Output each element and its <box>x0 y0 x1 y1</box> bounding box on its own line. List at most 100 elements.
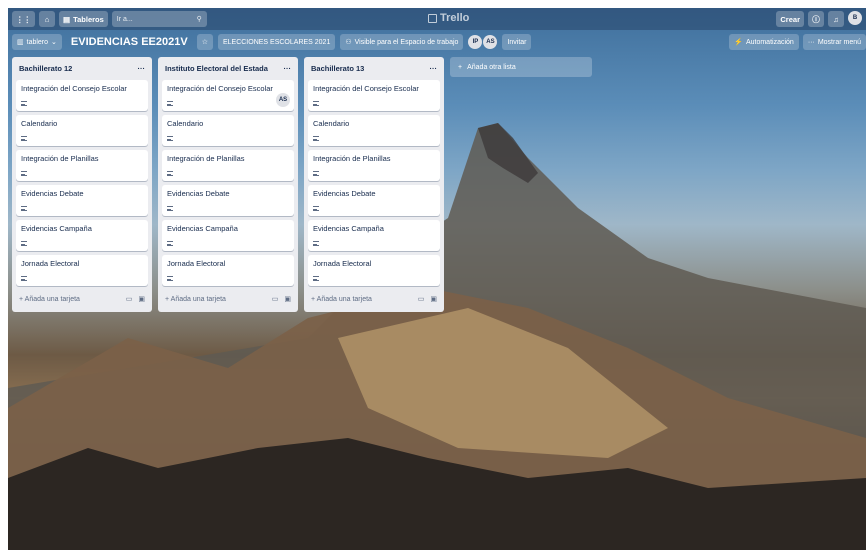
create-button[interactable]: Crear <box>776 11 804 27</box>
star-icon: ☆ <box>201 39 208 46</box>
card[interactable]: Integración de Planillas <box>16 150 148 181</box>
card-title: Integración de Planillas <box>313 154 391 163</box>
template-icon[interactable]: ▣ <box>284 295 291 303</box>
card-title: Calendario <box>21 119 58 128</box>
card-title: Evidencias Campaña <box>167 224 238 233</box>
card-title: Integración de Planillas <box>21 154 99 163</box>
card[interactable]: Jornada Electoral <box>162 255 294 286</box>
plus-icon: + <box>458 63 463 71</box>
description-icon <box>167 241 173 246</box>
list-header[interactable]: Bachillerato 12 ··· <box>16 61 148 76</box>
more-icon: ··· <box>807 38 815 46</box>
more-icon[interactable]: ··· <box>430 64 438 73</box>
info-button[interactable]: ⓘ <box>808 11 824 27</box>
apps-grid-button[interactable]: ⋮⋮ <box>12 11 35 27</box>
add-card-button[interactable]: + Añada una tarjeta <box>165 296 226 303</box>
view-switcher[interactable]: ▥ tablero ⌄ <box>12 34 62 50</box>
visibility-button[interactable]: ⚇ Visible para el Espacio de trabajo <box>340 34 464 50</box>
card-title: Evidencias Debate <box>167 189 230 198</box>
member-avatar[interactable]: IP <box>468 35 483 49</box>
card[interactable]: Evidencias Debate <box>308 185 440 216</box>
trello-logo[interactable]: Trello <box>428 12 469 24</box>
add-card-label: Añada una tarjeta <box>170 295 226 303</box>
board-title[interactable]: EVIDENCIAS EE2021V <box>67 36 192 48</box>
card-template-icon[interactable]: ▭ <box>126 295 133 303</box>
add-card-label: Añada una tarjeta <box>24 295 80 303</box>
template-icon[interactable]: ▣ <box>138 295 145 303</box>
list: Bachillerato 12 ··· Integración del Consej… <box>12 57 152 312</box>
card[interactable]: Integración de Planillas <box>162 150 294 181</box>
search-input[interactable]: Ir a... ⚲ <box>111 11 207 27</box>
card[interactable]: Integración del Consejo Escolar AS <box>162 80 294 111</box>
visibility-label: Visible para el Espacio de trabajo <box>354 38 459 46</box>
card[interactable]: Evidencias Debate <box>16 185 148 216</box>
card[interactable]: Evidencias Debate <box>162 185 294 216</box>
workspace-button[interactable]: ELECCIONES ESCOLARES 2021 <box>217 34 336 50</box>
search-icon: ⚲ <box>196 16 202 23</box>
list-title[interactable]: Bachillerato 13 <box>311 64 364 73</box>
card-member-avatar[interactable]: AS <box>276 93 290 107</box>
bell-icon: ♫ <box>833 14 839 24</box>
card[interactable]: Calendario <box>16 115 148 146</box>
boards-label: Tableros <box>73 14 104 24</box>
description-icon <box>167 171 173 176</box>
card[interactable]: Jornada Electoral <box>16 255 148 286</box>
workspace-label: ELECCIONES ESCOLARES 2021 <box>222 38 331 46</box>
home-button[interactable]: ⌂ <box>39 11 55 27</box>
invite-button[interactable]: Invitar <box>502 34 532 50</box>
trello-logo-icon <box>428 13 437 23</box>
board-icon: ▤ <box>63 14 71 24</box>
description-icon <box>313 276 319 281</box>
info-icon: ⓘ <box>812 14 820 24</box>
notifications-button[interactable]: ♫ <box>828 11 844 27</box>
card[interactable]: Integración del Consejo Escolar <box>16 80 148 111</box>
card[interactable]: Evidencias Campaña <box>16 220 148 251</box>
user-avatar[interactable]: B <box>848 11 862 25</box>
chevron-down-icon: ⌄ <box>51 39 57 46</box>
card[interactable]: Evidencias Campaña <box>162 220 294 251</box>
grid-icon: ⋮⋮ <box>16 14 31 24</box>
list-header[interactable]: Bachillerato 13 ··· <box>308 61 440 76</box>
more-icon[interactable]: ··· <box>138 64 146 73</box>
card-title: Jornada Electoral <box>167 259 226 268</box>
card-title: Jornada Electoral <box>313 259 372 268</box>
list-title[interactable]: Bachillerato 12 <box>19 64 72 73</box>
description-icon <box>313 136 319 141</box>
card[interactable]: Integración del Consejo Escolar <box>308 80 440 111</box>
card-title: Calendario <box>167 119 204 128</box>
logo-text: Trello <box>440 12 470 24</box>
member-avatar[interactable]: AS <box>483 35 498 49</box>
list-footer: + Añada una tarjeta ▭ ▣ <box>308 290 440 308</box>
add-card-button[interactable]: + Añada una tarjeta <box>19 296 80 303</box>
description-icon <box>21 206 27 211</box>
description-icon <box>313 241 319 246</box>
add-card-button[interactable]: + Añada una tarjeta <box>311 296 372 303</box>
card[interactable]: Jornada Electoral <box>308 255 440 286</box>
template-icon[interactable]: ▣ <box>430 295 437 303</box>
boards-button[interactable]: ▤ Tableros <box>59 11 108 27</box>
card[interactable]: Integración de Planillas <box>308 150 440 181</box>
description-icon <box>21 171 27 176</box>
star-button[interactable]: ☆ <box>196 34 213 50</box>
card-title: Evidencias Debate <box>313 189 376 198</box>
card[interactable]: Calendario <box>308 115 440 146</box>
automation-button[interactable]: ⚡ Automatización <box>729 34 799 50</box>
description-icon <box>167 206 173 211</box>
more-icon[interactable]: ··· <box>284 64 292 73</box>
description-icon <box>21 276 27 281</box>
card-title: Integración de Planillas <box>167 154 245 163</box>
create-label: Crear <box>780 14 800 24</box>
card-template-icon[interactable]: ▭ <box>272 295 279 303</box>
card-title: Evidencias Debate <box>21 189 84 198</box>
description-icon <box>21 241 27 246</box>
card-title: Integración del Consejo Escolar <box>167 84 273 93</box>
home-icon: ⌂ <box>44 14 50 24</box>
show-menu-button[interactable]: ··· Mostrar menú <box>802 34 866 50</box>
card[interactable]: Evidencias Campaña <box>308 220 440 251</box>
list-header[interactable]: Instituto Electoral del Estada ··· <box>162 61 294 76</box>
add-list-button[interactable]: + Añada otra lista <box>450 57 592 77</box>
card[interactable]: Calendario <box>162 115 294 146</box>
card-template-icon[interactable]: ▭ <box>418 295 425 303</box>
list-title[interactable]: Instituto Electoral del Estada <box>165 64 268 73</box>
card-title: Integración del Consejo Escolar <box>21 84 127 93</box>
